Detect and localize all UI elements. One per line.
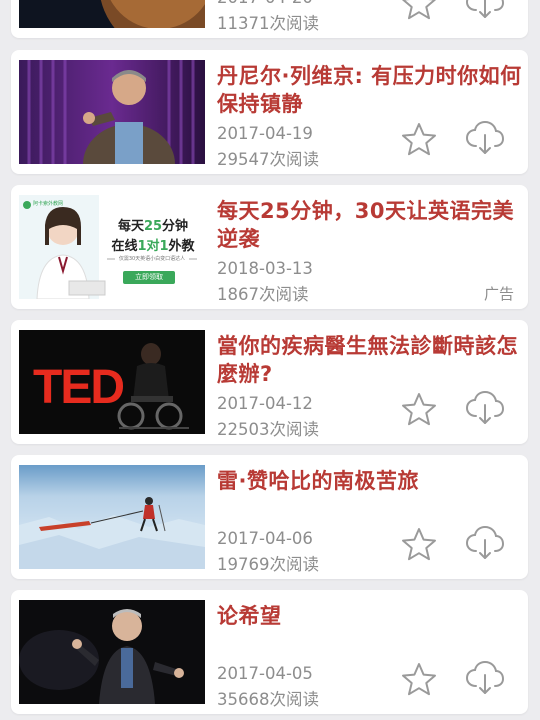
article-read-count: 19769次阅读: [217, 555, 319, 574]
ad-date: 2018-03-13: [217, 259, 313, 278]
ad-banner-thumbnail[interactable]: 阿卡索外教网 每天25分钟 在线1对1外教 仅需30天英语小白变口语达人 立即领…: [19, 195, 205, 299]
article-read-count: 35668次阅读: [217, 690, 319, 709]
article-date: 2017-04-12: [217, 394, 313, 413]
article-title[interactable]: 當你的疾病醫生無法診斷時該怎麼辦?: [217, 332, 523, 388]
article-card[interactable]: 丹尼尔·列维京: 有压力时你如何保持镇静 2017-04-19 29547次阅读: [11, 50, 528, 174]
article-card[interactable]: 2017-04-20 11371次阅读: [11, 0, 528, 38]
cloud-download-icon[interactable]: [465, 390, 505, 426]
star-outline-icon[interactable]: [401, 392, 437, 426]
article-date: 2017-04-20: [217, 0, 313, 7]
ad-card[interactable]: 阿卡索外教网 每天25分钟 在线1对1外教 仅需30天英语小白变口语达人 立即领…: [11, 185, 528, 309]
article-card[interactable]: 雷·赞哈比的南极苦旅 2017-04-06 19769次阅读: [11, 455, 528, 579]
article-read-count: 11371次阅读: [217, 14, 319, 33]
star-outline-icon[interactable]: [401, 662, 437, 696]
cloud-download-icon[interactable]: [465, 525, 505, 561]
cloud-download-icon[interactable]: [465, 660, 505, 696]
star-outline-icon[interactable]: [401, 527, 437, 561]
ad-title[interactable]: 每天25分钟，30天让英语完美逆袭: [217, 197, 523, 253]
star-outline-icon[interactable]: [401, 0, 437, 20]
cloud-download-icon[interactable]: [465, 0, 505, 20]
cloud-download-icon[interactable]: [465, 120, 505, 156]
article-thumbnail[interactable]: TED: [19, 330, 205, 434]
ad-read-count: 1867次阅读: [217, 285, 309, 304]
article-feed: 2017-04-20 11371次阅读: [0, 0, 540, 720]
article-title[interactable]: 丹尼尔·列维京: 有压力时你如何保持镇静: [217, 62, 523, 118]
article-thumbnail[interactable]: [19, 600, 205, 704]
ad-brand-logo: 阿卡索外教网: [33, 201, 64, 207]
article-date: 2017-04-06: [217, 529, 313, 548]
article-read-count: 29547次阅读: [217, 150, 319, 169]
article-thumbnail[interactable]: [19, 465, 205, 569]
ad-label: 广告: [483, 285, 514, 303]
ad-cta-button[interactable]: 立即领取: [123, 272, 175, 282]
article-title[interactable]: 论希望: [217, 602, 523, 630]
article-title[interactable]: 雷·赞哈比的南极苦旅: [217, 467, 523, 495]
ted-logo-text: TED: [33, 361, 125, 414]
article-read-count: 22503次阅读: [217, 420, 319, 439]
ad-subline: 仅需30天英语小白变口语达人: [118, 256, 186, 262]
ad-headline-line2: 在线1对1外教: [111, 239, 195, 254]
article-date: 2017-04-19: [217, 124, 313, 143]
ad-headline-line1: 每天25分钟: [117, 219, 189, 234]
article-thumbnail[interactable]: [19, 60, 205, 164]
article-date: 2017-04-05: [217, 664, 313, 683]
star-outline-icon[interactable]: [401, 122, 437, 156]
article-card[interactable]: 论希望 2017-04-05 35668次阅读: [11, 590, 528, 714]
article-card[interactable]: TED 當你的疾病醫生無法診斷時該怎麼辦? 2017-04-12 22503次阅…: [11, 320, 528, 444]
article-thumbnail[interactable]: [19, 0, 205, 28]
